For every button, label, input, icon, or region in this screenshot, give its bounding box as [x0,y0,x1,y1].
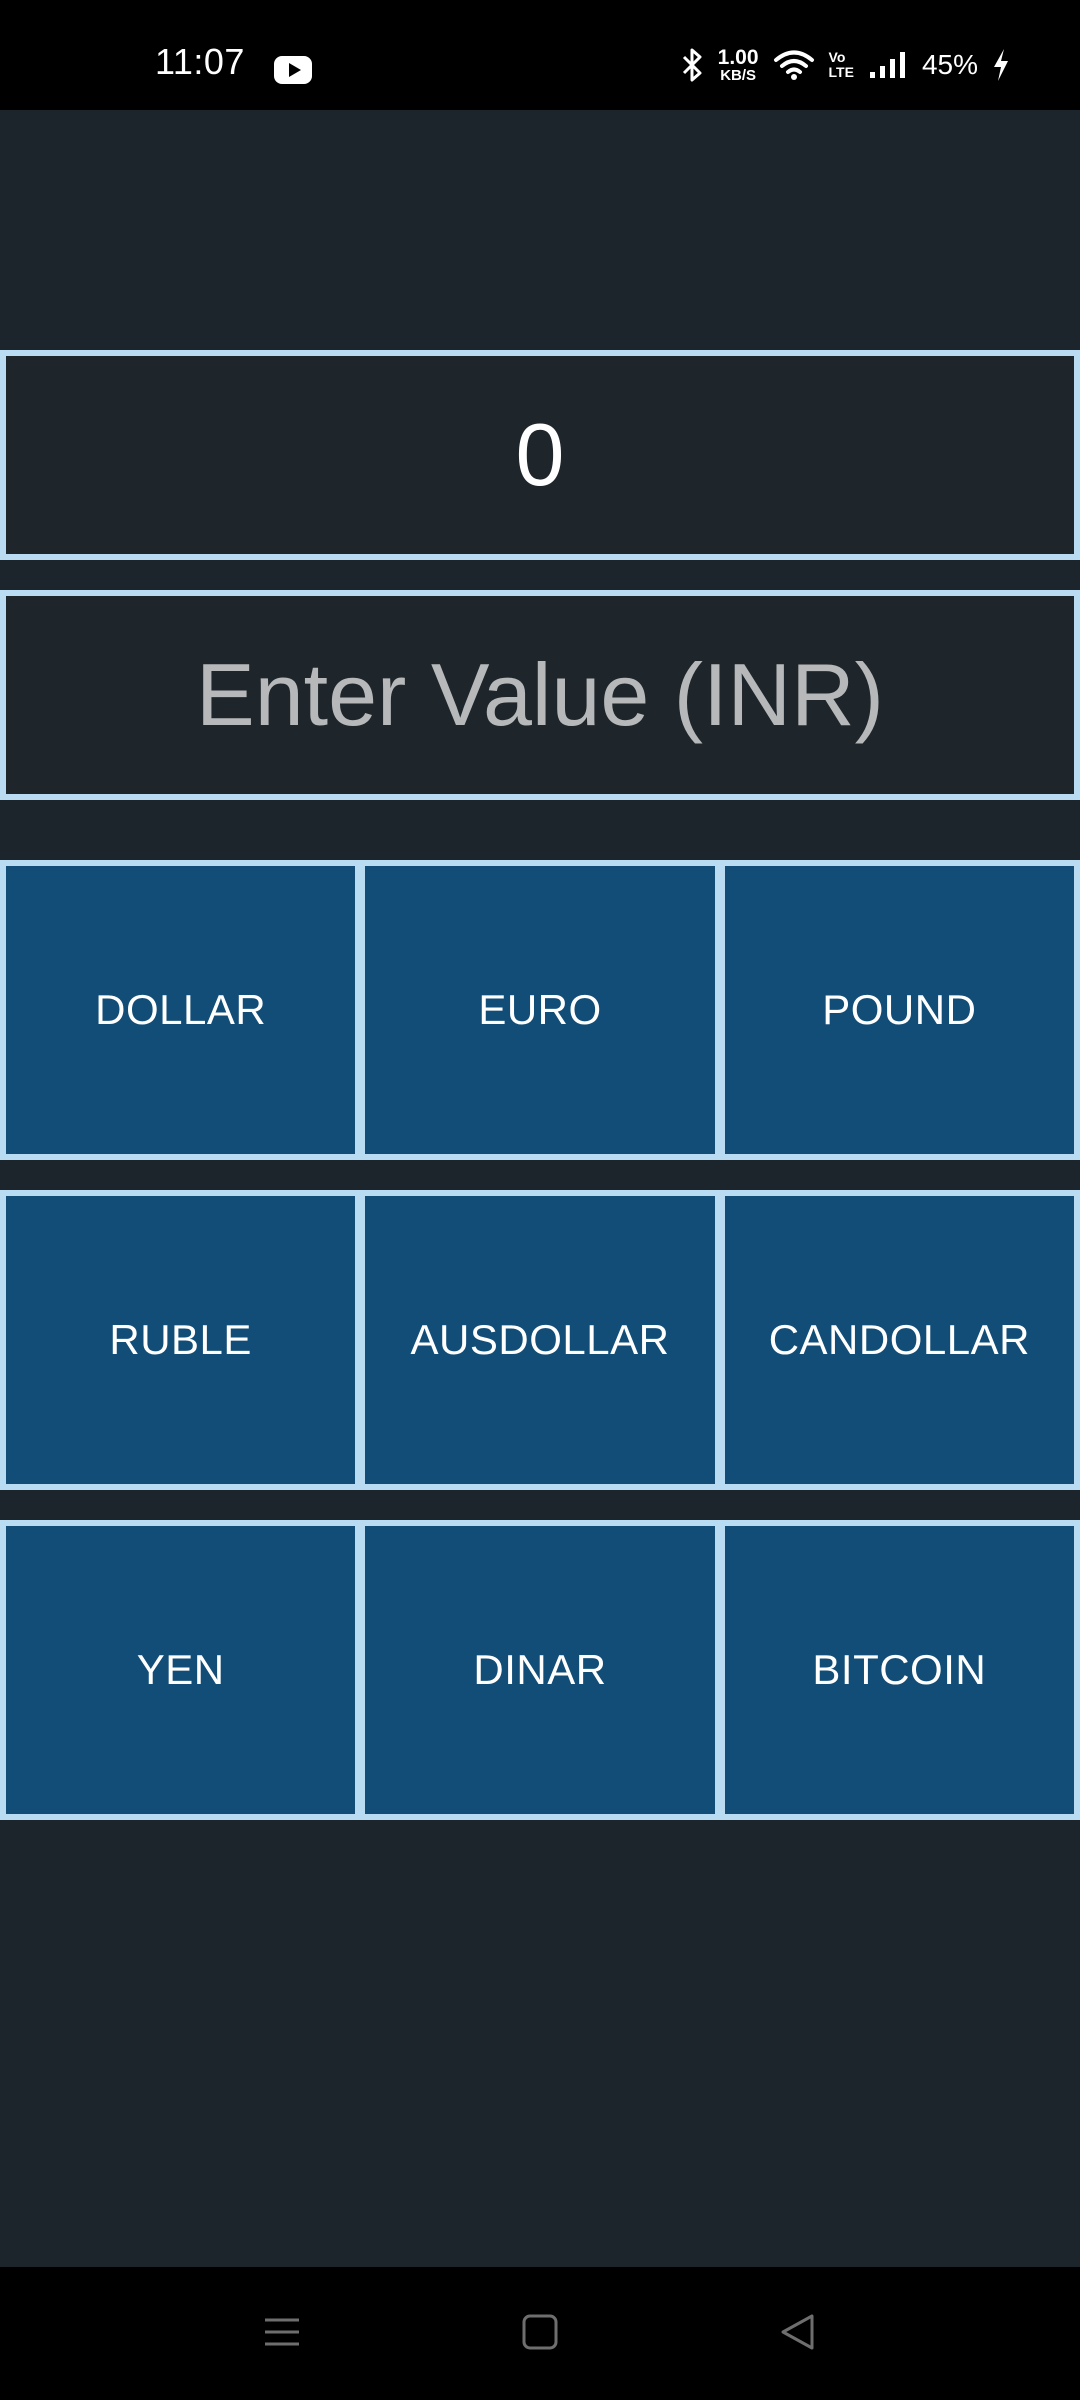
input-container [0,590,1080,800]
charging-icon [994,49,1008,81]
volte-bottom: LTE [828,64,854,80]
home-button[interactable] [500,2297,580,2367]
result-display: 0 [0,350,1080,560]
ausdollar-button[interactable]: AUSDOLLAR [365,1196,715,1484]
volte-top: Vo [828,49,846,66]
net-speed-value: 1.00 [717,46,759,69]
yen-button[interactable]: YEN [6,1526,356,1814]
wifi-icon [773,50,814,80]
home-icon [522,2314,558,2350]
currency-row-2: RUBLE AUSDOLLAR CANDOLLAR [0,1190,1080,1490]
converter-screen: 0 DOLLAR EURO POUND RUBLE AUSDOLLAR CAND… [0,110,1080,2267]
net-speed: 1.00 KB/S [718,47,759,83]
dinar-button[interactable]: DINAR [365,1526,715,1814]
status-icons: 1.00 KB/S Vo LTE 45% [680,40,1010,90]
menu-button[interactable] [242,2297,322,2367]
currency-row-3: YEN DINAR BITCOIN [0,1520,1080,1820]
bluetooth-icon [682,48,702,82]
currency-row-1: DOLLAR EURO POUND [0,860,1080,1160]
inr-value-input[interactable] [6,595,1074,795]
euro-button[interactable]: EURO [365,866,715,1154]
net-speed-unit: KB/S [720,67,757,84]
signal-icon [869,52,905,78]
ruble-button[interactable]: RUBLE [6,1196,356,1484]
bitcoin-button[interactable]: BITCOIN [724,1526,1074,1814]
pound-button[interactable]: POUND [724,866,1074,1154]
result-value: 0 [515,405,565,504]
menu-icon [265,2318,299,2346]
dollar-button[interactable]: DOLLAR [6,866,356,1154]
back-icon [781,2314,814,2350]
volte-indicator: Vo LTE [829,50,854,79]
candollar-button[interactable]: CANDOLLAR [724,1196,1074,1484]
battery-percent: 45% [921,49,978,80]
back-button[interactable] [758,2297,838,2367]
navigation-bar [0,2267,1080,2400]
youtube-icon [274,56,312,84]
status-time: 11:07 [155,41,245,82]
status-bar: 11:07 1.00 KB/S Vo LTE 45% [0,0,1080,110]
